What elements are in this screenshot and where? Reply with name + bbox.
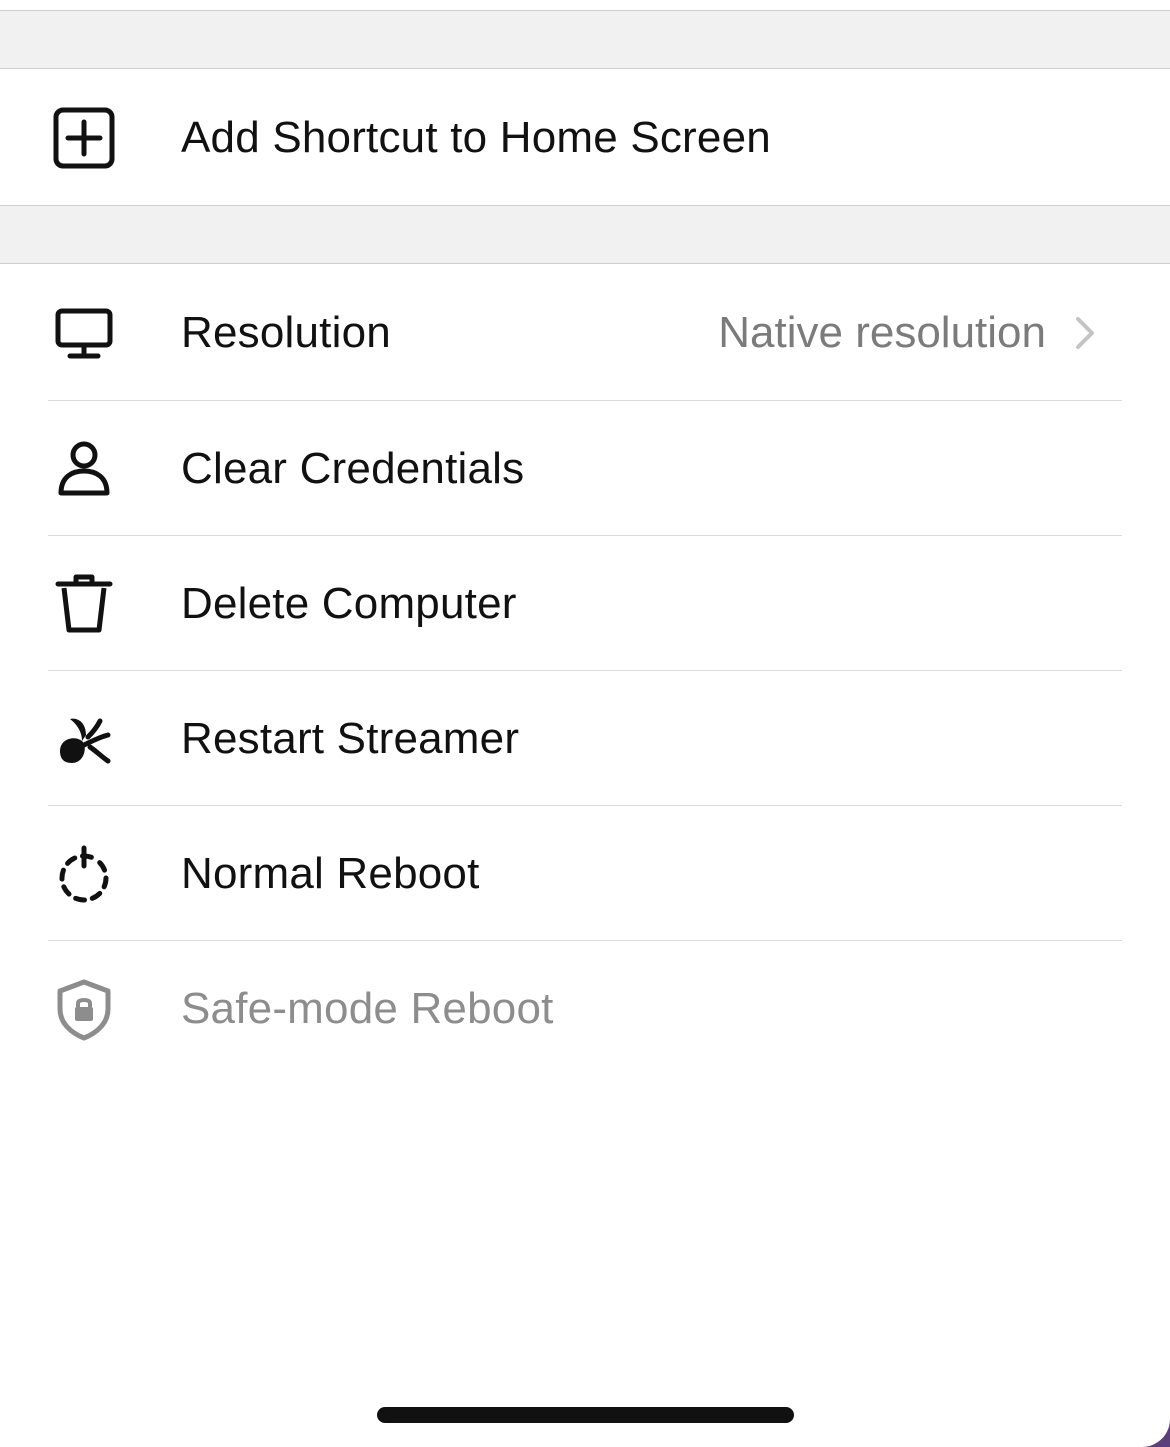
restart-streamer-label: Restart Streamer xyxy=(181,713,520,763)
delete-computer-label: Delete Computer xyxy=(181,578,517,628)
delete-computer-row[interactable]: Delete Computer xyxy=(0,536,1170,671)
power-dashed-icon xyxy=(52,842,116,906)
resolution-label: Resolution xyxy=(181,307,391,357)
safe-mode-reboot-label: Safe-mode Reboot xyxy=(181,983,554,1033)
shield-lock-icon xyxy=(52,977,116,1041)
section-spacer xyxy=(0,205,1170,264)
clear-credentials-label: Clear Credentials xyxy=(181,443,525,493)
safe-mode-reboot-row: Safe-mode Reboot xyxy=(0,941,1170,1076)
trash-icon xyxy=(52,572,116,636)
sprout-icon xyxy=(52,707,116,771)
home-indicator xyxy=(377,1407,794,1423)
resolution-value: Native resolution xyxy=(718,307,1046,357)
monitor-icon xyxy=(52,301,116,365)
plus-square-icon xyxy=(52,106,116,170)
person-icon xyxy=(52,437,116,501)
normal-reboot-row[interactable]: Normal Reboot xyxy=(0,806,1170,941)
chevron-right-icon xyxy=(1072,313,1098,353)
normal-reboot-label: Normal Reboot xyxy=(181,848,480,898)
add-shortcut-label: Add Shortcut to Home Screen xyxy=(181,112,771,162)
resolution-row[interactable]: Resolution Native resolution xyxy=(0,265,1170,400)
section-spacer xyxy=(0,10,1170,69)
restart-streamer-row[interactable]: Restart Streamer xyxy=(0,671,1170,806)
add-shortcut-row[interactable]: Add Shortcut to Home Screen xyxy=(0,70,1170,205)
clear-credentials-row[interactable]: Clear Credentials xyxy=(0,401,1170,536)
settings-sheet: Add Shortcut to Home Screen Resolution N… xyxy=(0,0,1170,1447)
